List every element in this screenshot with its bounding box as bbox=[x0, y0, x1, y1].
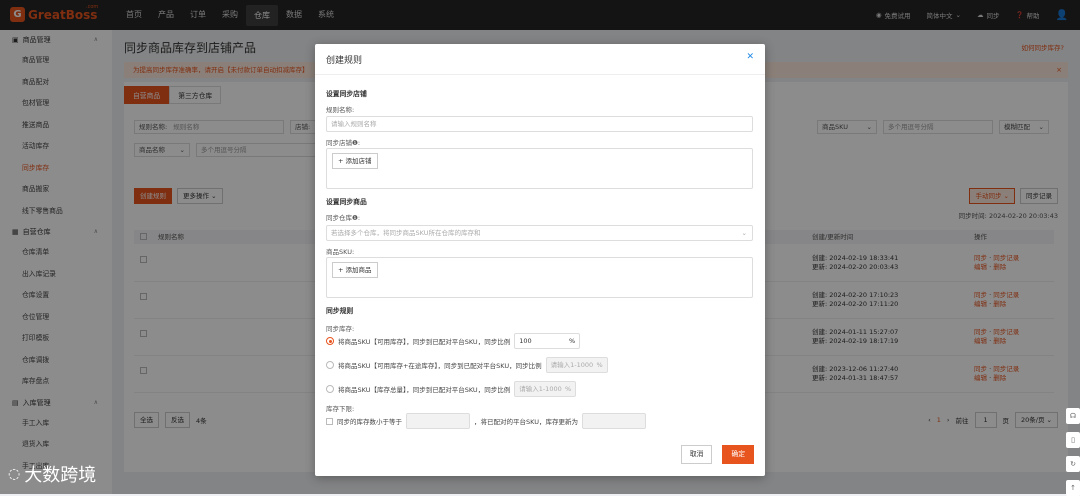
section-shop-title: 设置同步店铺 bbox=[326, 90, 367, 98]
stock-option-intransit[interactable]: 将商品SKU【可用库存+在途库存】，同步到已配对平台SKU，同步比例 请输入1-… bbox=[326, 357, 608, 373]
option-label: 将商品SKU【库存总量】，同步到已配对平台SKU，同步比例 bbox=[338, 386, 511, 394]
sync-warehouse-label: 同步仓库❶: bbox=[326, 214, 361, 222]
modal-title: 创建规则 bbox=[326, 56, 363, 66]
create-rule-modal: 创建规则 ✕ 设置同步店铺 规则名称: 请输入规则名称 同步店铺❶: + 添加店… bbox=[315, 44, 765, 476]
radio-unchecked[interactable] bbox=[326, 361, 334, 369]
add-shop-button[interactable]: + 添加店铺 bbox=[332, 153, 378, 169]
option-label: 将商品SKU【可用库存】，同步到已配对平台SKU，同步比例 bbox=[338, 338, 511, 346]
book-icon[interactable]: ▯ bbox=[1066, 432, 1080, 448]
warehouse-placeholder: 若选择多个仓库，将同步商品SKU所在仓库的库存和 bbox=[331, 229, 481, 237]
sync-shop-label: 同步店铺❶: bbox=[326, 139, 361, 147]
percent-sign: % bbox=[565, 385, 572, 393]
close-icon[interactable]: ✕ bbox=[746, 52, 754, 62]
right-rail: ☊ ▯ ↻ ↑ bbox=[1066, 408, 1080, 496]
ratio-placeholder: 请输入1-1000 bbox=[550, 361, 594, 369]
rule-name-label: 规则名称: bbox=[326, 106, 355, 114]
headset-icon[interactable]: ☊ bbox=[1066, 408, 1080, 424]
stock-lower-checkbox[interactable] bbox=[326, 417, 333, 425]
lower-threshold-input[interactable] bbox=[406, 413, 470, 429]
confirm-button[interactable]: 确定 bbox=[722, 445, 754, 464]
sync-warehouse-select[interactable]: 若选择多个仓库，将同步商品SKU所在仓库的库存和 ⌄ bbox=[326, 225, 753, 241]
add-goods-button[interactable]: + 添加商品 bbox=[332, 262, 378, 278]
refresh-icon[interactable]: ↻ bbox=[1066, 456, 1080, 472]
percent-sign: % bbox=[569, 337, 576, 345]
ratio-value: 100 bbox=[519, 337, 532, 345]
sync-stock-label: 同步库存: bbox=[326, 325, 355, 333]
watermark-text: 大数跨境 bbox=[24, 465, 97, 486]
watermark: ◌ 大数跨境 bbox=[8, 461, 96, 487]
rule-name-input[interactable]: 请输入规则名称 bbox=[326, 116, 753, 132]
goods-sku-label: 商品SKU: bbox=[326, 248, 355, 256]
lower-update-input[interactable] bbox=[581, 413, 646, 429]
chevron-down-icon: ⌄ bbox=[741, 229, 747, 237]
stock-lower-row: 同步的库存数小于等于 ，将已配对的平台SKU，库存更新为 bbox=[326, 413, 646, 429]
ratio-placeholder: 请输入1-1000 bbox=[519, 385, 562, 393]
sync-shop-area: + 添加店铺 bbox=[326, 148, 753, 189]
section-goods-title: 设置同步商品 bbox=[326, 198, 367, 206]
ratio-input[interactable]: 100% bbox=[514, 333, 581, 349]
ratio-input[interactable]: 请输入1-1000% bbox=[545, 357, 608, 373]
goods-sku-area: + 添加商品 bbox=[326, 257, 753, 298]
stock-option-available[interactable]: 将商品SKU【可用库存】，同步到已配对平台SKU，同步比例 100% bbox=[326, 333, 581, 349]
cancel-button[interactable]: 取消 bbox=[680, 445, 713, 464]
watermark-logo-icon: ◌ bbox=[8, 466, 21, 482]
stock-lower-label: 库存下限: bbox=[326, 405, 355, 413]
stock-option-total[interactable]: 将商品SKU【库存总量】，同步到已配对平台SKU，同步比例 请输入1-1000% bbox=[326, 381, 577, 397]
section-rule-title: 同步规则 bbox=[326, 307, 354, 315]
lower-text: 同步的库存数小于等于 bbox=[337, 418, 402, 426]
lower-text: ，将已配对的平台SKU，库存更新为 bbox=[474, 418, 578, 426]
option-label: 将商品SKU【可用库存+在途库存】，同步到已配对平台SKU，同步比例 bbox=[338, 362, 542, 370]
radio-unchecked[interactable] bbox=[326, 385, 334, 393]
radio-checked[interactable] bbox=[326, 337, 334, 345]
percent-sign: % bbox=[596, 361, 603, 369]
ratio-input[interactable]: 请输入1-1000% bbox=[514, 381, 577, 397]
